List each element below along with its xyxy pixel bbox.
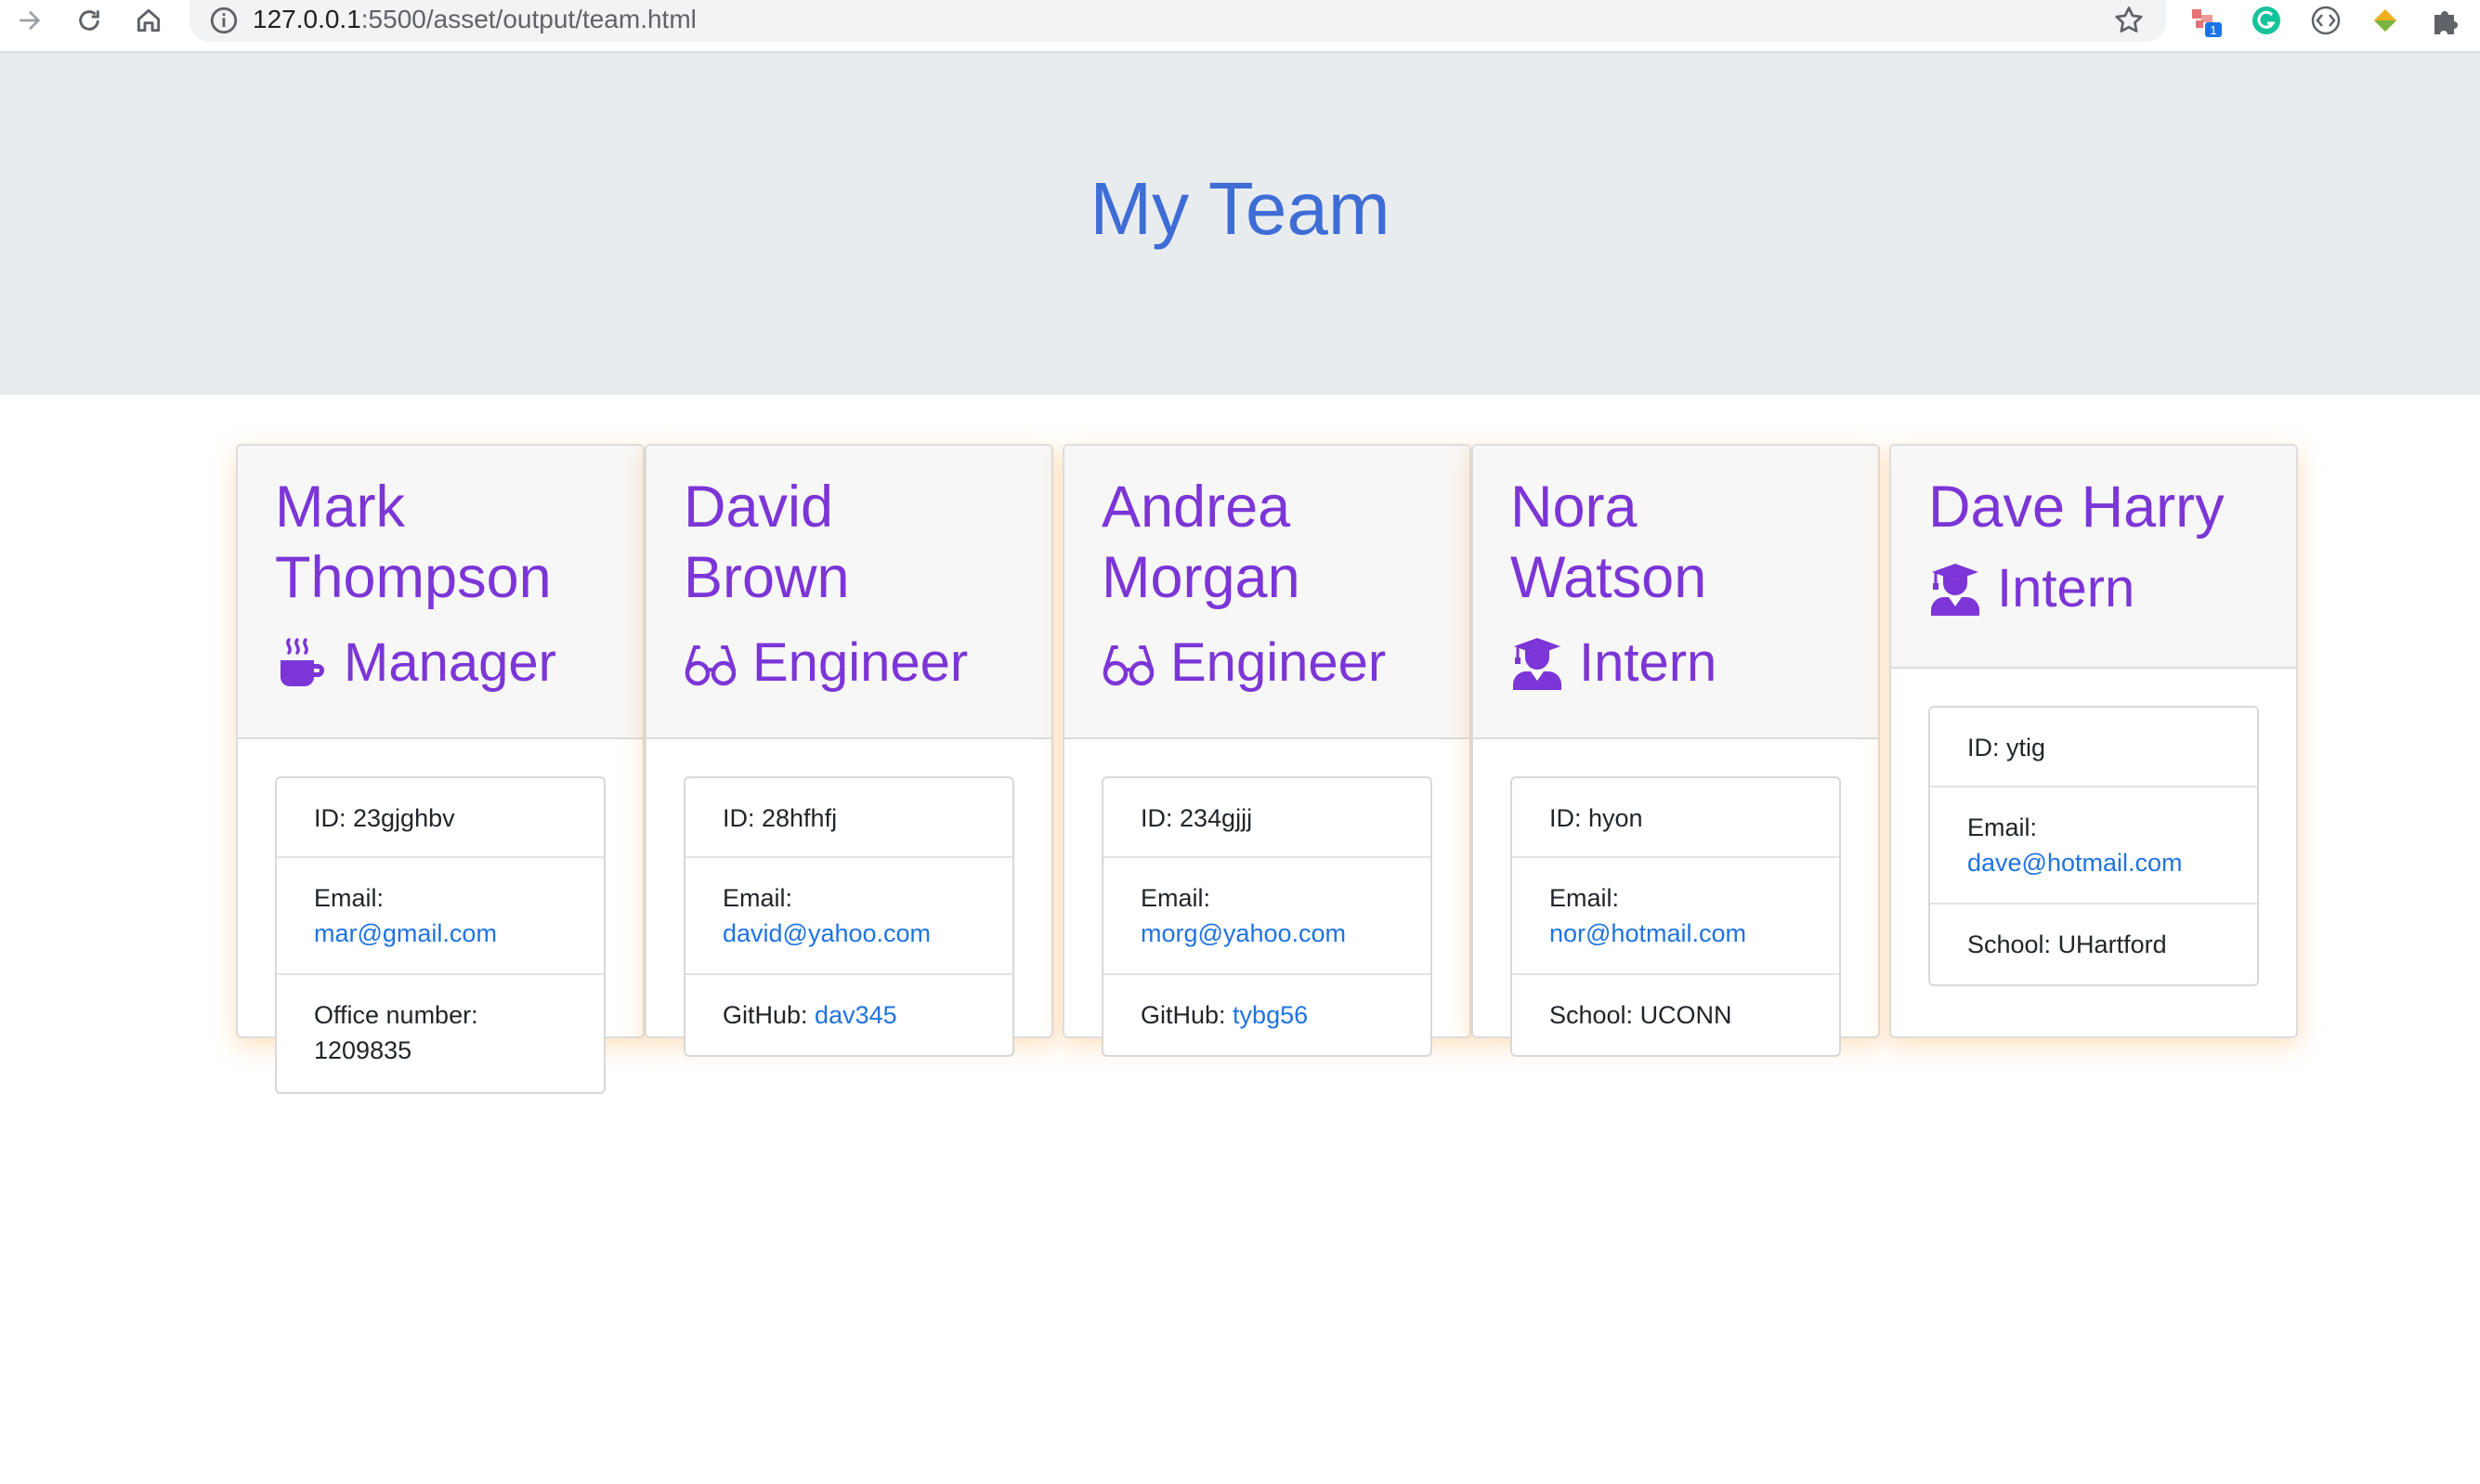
extension-button-3[interactable] [2307, 2, 2344, 39]
school: School: UCONN [1512, 975, 1839, 1055]
employee-role: Engineer [684, 628, 1014, 698]
school-label: School: [1967, 931, 2058, 958]
employee-id: ID: hyon [1512, 778, 1839, 858]
employee-card-nora-watson: Nora Watson Intern ID: hyon Email: nor@h… [1471, 444, 1880, 1057]
employee-name: Dave Harry [1928, 475, 2225, 540]
employee-email: Email: dave@hotmail.com [1930, 788, 2257, 905]
extension-puzzle-red-icon: 1 [2192, 9, 2222, 37]
github-link[interactable]: dav345 [815, 1001, 897, 1029]
card-header: David Brown Engineer [646, 446, 1051, 739]
role-label: Engineer [752, 632, 969, 693]
employee-id: ID: ytig [1930, 708, 2257, 788]
employee-role: Intern [1510, 628, 1841, 698]
extensions-menu-button[interactable] [2426, 2, 2463, 39]
extension-button-1[interactable]: 1 [2188, 2, 2225, 39]
card-header: Nora Watson Intern [1473, 446, 1878, 739]
url-path: :5500/asset/output/team.html [360, 5, 697, 33]
email-label: Email: [1967, 814, 2038, 841]
employee-role: Manager [275, 628, 606, 698]
employee-details-list: ID: 23gjghbv Email: mar@gmail.com Office… [275, 776, 606, 1094]
card-header: Andrea Morgan Engineer [1064, 446, 1469, 739]
school-value: UHartford [2057, 931, 2167, 958]
card-header: Dave Harry Intern [1891, 446, 2296, 669]
office-number-value: 1209835 [314, 1036, 412, 1064]
employee-name: Nora Watson [1510, 475, 1707, 610]
email-label: Email: [314, 884, 385, 912]
email-label: Email: [723, 884, 793, 912]
email-link[interactable]: morg@yahoo.com [1141, 919, 1346, 947]
graduate-icon [1928, 562, 1982, 616]
email-link[interactable]: david@yahoo.com [723, 919, 931, 947]
glasses-icon [1102, 636, 1155, 690]
url-host: 127.0.0.1 [253, 5, 361, 33]
employee-name: David Brown [684, 475, 850, 610]
github-label: GitHub: [723, 1001, 816, 1029]
address-bar[interactable]: 127.0.0.1:5500/asset/output/team.html [189, 0, 2166, 42]
email-label: Email: [1549, 884, 1620, 912]
employee-card-andrea-morgan: Andrea Morgan Engineer ID: 234gjjj Email… [1063, 444, 1471, 1057]
forward-arrow-icon [20, 10, 41, 31]
role-label: Manager [344, 632, 556, 693]
employee-details-list: ID: hyon Email: nor@hotmail.com School: … [1510, 776, 1841, 1057]
employee-details-list: ID: ytig Email: dave@hotmail.com School:… [1928, 706, 2259, 986]
forward-button[interactable] [11, 2, 48, 39]
employee-details-list: ID: 28hfhfj Email: david@yahoo.com GitHu… [684, 776, 1014, 1057]
office-number-label: Office number: [314, 1001, 478, 1029]
role-label: Intern [1579, 632, 1717, 693]
home-button[interactable] [130, 2, 167, 39]
github-link[interactable]: tybg56 [1233, 1001, 1308, 1029]
employee-id: ID: 234gjjj [1103, 778, 1430, 858]
email-link[interactable]: dave@hotmail.com [1967, 849, 2183, 877]
employee-email: Email: morg@yahoo.com [1103, 858, 1430, 975]
header-jumbotron: My Team [0, 53, 2480, 395]
employee-card-dave-harry: Dave Harry Intern ID: ytig Email: dave@h… [1889, 444, 2298, 1038]
github: GitHub: tybg56 [1103, 975, 1430, 1055]
browser-toolbar: 127.0.0.1:5500/asset/output/team.html 1 [0, 0, 2480, 53]
employee-role: Intern [1928, 553, 2259, 624]
employee-email: Email: mar@gmail.com [277, 858, 604, 975]
bookmark-star-icon[interactable] [2112, 4, 2146, 37]
employee-card-david-brown: David Brown Engineer ID: 28hfhfj Email: … [645, 444, 1053, 1057]
email-link[interactable]: nor@hotmail.com [1549, 919, 1746, 947]
school: School: UHartford [1930, 905, 2257, 984]
role-label: Intern [1997, 558, 2135, 618]
employee-id: ID: 28hfhfj [685, 778, 1012, 858]
employee-name: Andrea Morgan [1102, 475, 1300, 610]
school-value: UCONN [1639, 1001, 1732, 1029]
employee-role: Engineer [1102, 628, 1432, 698]
employee-email: Email: david@yahoo.com [685, 858, 1012, 975]
employee-name: Mark Thompson [275, 475, 552, 610]
email-link[interactable]: mar@gmail.com [314, 919, 497, 947]
puzzle-piece-icon [2434, 11, 2458, 34]
github-label: GitHub: [1141, 1001, 1233, 1029]
employee-card-mark-thompson: Mark Thompson Manager ID: 23gjghbv Email… [236, 444, 645, 1094]
employee-email: Email: nor@hotmail.com [1512, 858, 1839, 975]
reload-button[interactable] [71, 2, 108, 39]
office-number: Office number: 1209835 [277, 975, 604, 1092]
glasses-icon [684, 636, 737, 690]
card-header: Mark Thompson Manager [238, 446, 643, 739]
page-title: My Team [1090, 167, 1390, 250]
github: GitHub: dav345 [685, 975, 1012, 1055]
graduate-icon [1510, 636, 1564, 690]
code-bracket-icon [2311, 6, 2341, 35]
extension-button-4[interactable] [2367, 2, 2404, 39]
site-info-icon[interactable] [208, 5, 240, 36]
home-icon [137, 8, 161, 33]
grammarly-icon [2252, 7, 2280, 34]
diamond-extension-icon [2374, 9, 2396, 32]
employee-details-list: ID: 234gjjj Email: morg@yahoo.com GitHub… [1102, 776, 1432, 1057]
grammarly-extension-button[interactable] [2248, 2, 2285, 39]
reload-icon [79, 10, 99, 31]
role-label: Engineer [1170, 632, 1387, 693]
extension-badge: 1 [2210, 23, 2216, 37]
school-label: School: [1549, 1001, 1640, 1029]
employee-id: ID: 23gjghbv [277, 778, 604, 858]
email-label: Email: [1141, 884, 1211, 912]
coffee-mug-icon [275, 636, 329, 690]
url-text[interactable]: 127.0.0.1:5500/asset/output/team.html [253, 2, 697, 37]
